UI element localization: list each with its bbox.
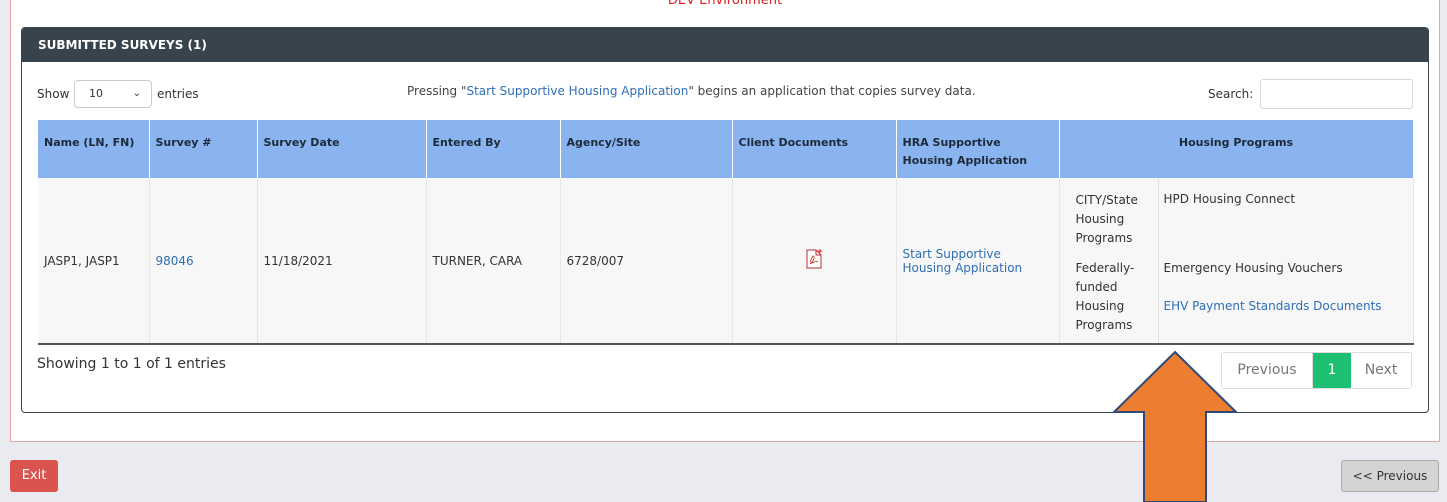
cell-client-documents xyxy=(732,178,897,345)
programs-divider xyxy=(1157,178,1159,343)
program-emergency-housing-vouchers: Emergency Housing Vouchers xyxy=(1163,260,1343,275)
header-hra-application[interactable]: HRA Supportive Housing Application xyxy=(896,120,1060,178)
surveys-table: Name (LN, FN) Survey # Survey Date Enter… xyxy=(38,120,1414,345)
cell-housing-programs: CITY/State Housing Programs HPD Housing … xyxy=(1059,178,1414,345)
panel-title: SUBMITTED SURVEYS (1) xyxy=(22,28,1428,62)
program-category-federal: Federally-funded Housing Programs xyxy=(1075,260,1135,332)
orange-arrow-annotation xyxy=(1111,350,1239,502)
previous-button[interactable]: << Previous xyxy=(1341,460,1439,492)
exit-button[interactable]: Exit xyxy=(10,460,58,492)
pagination: Previous 1 Next xyxy=(1221,352,1412,389)
program-hpd-housing-connect: HPD Housing Connect xyxy=(1163,191,1296,206)
header-agency-site[interactable]: Agency/Site xyxy=(560,120,733,178)
header-name[interactable]: Name (LN, FN) xyxy=(38,120,150,178)
cell-hra-application: Start Supportive Housing Application xyxy=(896,178,1060,345)
header-client-documents[interactable]: Client Documents xyxy=(732,120,897,178)
table-header-row: Name (LN, FN) Survey # Survey Date Enter… xyxy=(38,120,1414,178)
entries-value: 10 xyxy=(89,87,103,100)
instruction-note: Pressing "Start Supportive Housing Appli… xyxy=(407,84,976,98)
cell-survey-number: 98046 xyxy=(149,178,258,345)
next-page-button[interactable]: Next xyxy=(1351,353,1411,388)
start-application-link[interactable]: Start Supportive Housing Application xyxy=(903,247,1023,275)
header-housing-programs[interactable]: Housing Programs xyxy=(1059,120,1414,178)
page-1-button[interactable]: 1 xyxy=(1313,353,1351,388)
survey-number-link[interactable]: 98046 xyxy=(156,254,194,268)
search-label: Search: xyxy=(1208,87,1254,101)
pdf-icon[interactable] xyxy=(806,249,822,269)
header-survey-date[interactable]: Survey Date xyxy=(257,120,427,178)
table-info: Showing 1 to 1 of 1 entries xyxy=(37,356,226,372)
program-category-city-state: CITY/State Housing Programs xyxy=(1075,192,1138,245)
note-link[interactable]: Start Supportive Housing Application xyxy=(466,84,688,98)
ehv-documents-link[interactable]: EHV Payment Standards Documents xyxy=(1164,299,1382,313)
header-survey-number[interactable]: Survey # xyxy=(149,120,258,178)
entries-select[interactable]: 10 ⌄ xyxy=(74,80,152,108)
show-label: Show xyxy=(37,87,70,101)
search-input[interactable] xyxy=(1260,79,1413,109)
header-entered-by[interactable]: Entered By xyxy=(426,120,561,178)
cell-agency-site: 6728/007 xyxy=(560,178,733,345)
environment-banner: DEV Environment xyxy=(667,0,783,8)
note-suffix: " begins an application that copies surv… xyxy=(688,84,976,98)
chevron-down-icon: ⌄ xyxy=(132,88,141,99)
ehv-documents-item: EHV Payment Standards Documents xyxy=(1164,299,1382,313)
cell-survey-date: 11/18/2021 xyxy=(257,178,427,345)
entries-label: entries xyxy=(157,87,199,101)
housing-programs-list: CITY/State Housing Programs HPD Housing … xyxy=(1066,178,1407,343)
table-row: JASP1, JASP1 98046 11/18/2021 TURNER, CA… xyxy=(38,178,1414,345)
note-prefix: Pressing " xyxy=(407,84,467,98)
cell-entered-by: TURNER, CARA xyxy=(426,178,561,345)
cell-name: JASP1, JASP1 xyxy=(38,178,150,345)
table-toolbar: Show 10 ⌄ entries Pressing "Start Suppor… xyxy=(22,78,1428,110)
